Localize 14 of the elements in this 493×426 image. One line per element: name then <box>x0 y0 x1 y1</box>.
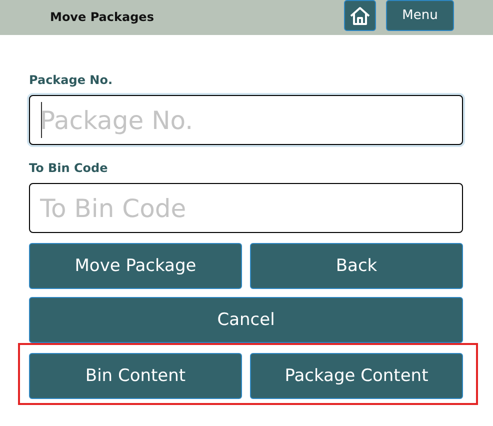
action-button[interactable]: Back <box>250 243 463 289</box>
action-button[interactable]: Cancel <box>29 297 463 343</box>
text-cursor <box>41 102 42 138</box>
input-field[interactable]: Package No. <box>29 95 463 145</box>
action-button[interactable]: Move Package <box>29 243 242 289</box>
menu-button[interactable]: Menu <box>386 0 454 31</box>
action-button[interactable]: Bin Content <box>29 353 242 399</box>
input-field[interactable]: To Bin Code <box>29 183 463 233</box>
field-label: Package No. <box>29 73 114 87</box>
home-button[interactable] <box>344 0 376 31</box>
page-title: Move Packages <box>50 10 155 24</box>
field-label: To Bin Code <box>29 161 109 175</box>
action-button[interactable]: Package Content <box>250 353 463 399</box>
home-icon <box>349 6 371 26</box>
